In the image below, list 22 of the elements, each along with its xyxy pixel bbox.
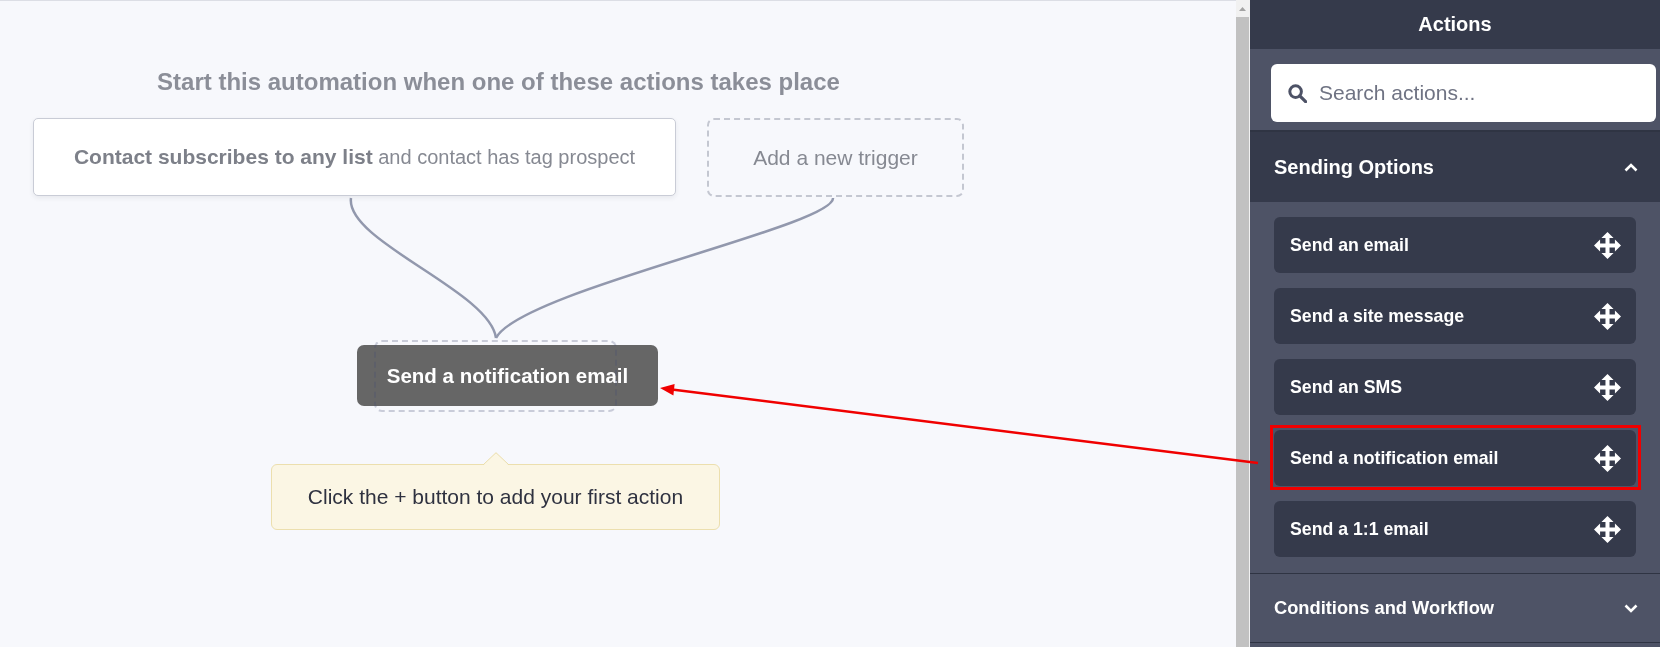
- search-icon: [1288, 84, 1307, 103]
- move-arrows-icon: [1594, 231, 1621, 259]
- action-item[interactable]: Send an email: [1274, 217, 1636, 273]
- action-item[interactable]: Send a notification email: [1274, 430, 1636, 486]
- section-header[interactable]: Conditions and Workflow: [1250, 573, 1660, 643]
- trigger-node[interactable]: Contact subscribes to any list and contact has tag prospect: [33, 118, 676, 196]
- chevron-down-icon: [1624, 603, 1638, 613]
- action-item[interactable]: Send a site message: [1274, 288, 1636, 344]
- action-item[interactable]: Send a 1:1 email: [1274, 501, 1636, 557]
- action-item[interactable]: Send an SMS: [1274, 359, 1636, 415]
- canvas-heading: Start this automation when one of these actions takes place: [156, 68, 841, 96]
- chevron-up-icon: [1624, 162, 1638, 172]
- action-node[interactable]: Send a notification email: [357, 345, 658, 406]
- section-header[interactable]: Sending Options: [1250, 132, 1660, 202]
- move-arrows-icon: [1594, 444, 1621, 472]
- caret-up-icon: [1239, 6, 1246, 11]
- panel-title: Actions: [1250, 0, 1660, 49]
- move-arrows-icon: [1594, 373, 1621, 401]
- move-arrows-icon: [1594, 302, 1621, 330]
- hint-tooltip: Click the + button to add your first action: [271, 464, 720, 530]
- move-arrows-icon: [1594, 515, 1621, 543]
- search-field[interactable]: Search actions...: [1271, 64, 1656, 122]
